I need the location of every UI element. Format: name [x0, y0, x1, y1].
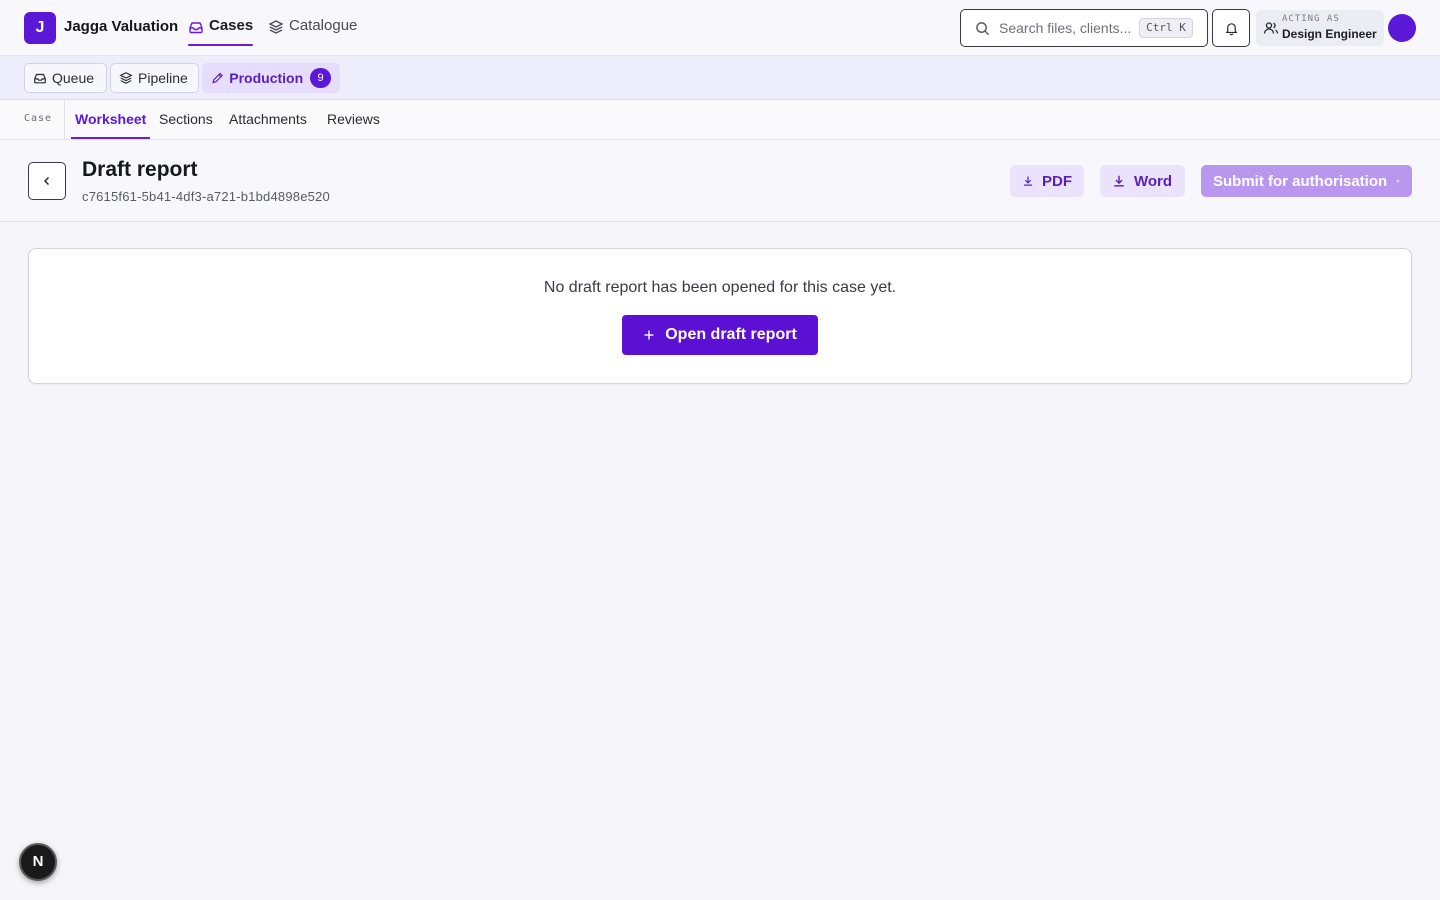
users-icon — [1263, 22, 1279, 34]
avatar[interactable] — [1388, 14, 1416, 42]
divider — [64, 100, 65, 140]
notifications-button[interactable] — [1212, 9, 1250, 47]
button-label: PDF — [1042, 172, 1072, 190]
subnav-label: Pipeline — [138, 70, 188, 86]
acting-as-switcher[interactable]: ACTING AS Design Engineer — [1256, 10, 1384, 46]
count-badge: 9 — [310, 68, 331, 88]
inbox-icon — [189, 22, 203, 34]
page-header: Draft report c7615f61-5b41-4df3-a721-b1b… — [0, 140, 1440, 222]
nav-item-cases[interactable]: Cases — [188, 17, 254, 47]
search-input[interactable]: Search files, clients... — [999, 20, 1131, 36]
back-button[interactable] — [28, 162, 66, 200]
plus-icon — [644, 330, 654, 340]
layers-icon — [268, 20, 284, 34]
shortcut-hint: Ctrl K — [1139, 18, 1193, 38]
case-id: c7615f61-5b41-4df3-a721-b1bd4898e520 — [82, 189, 330, 204]
button-label: Word — [1134, 172, 1173, 190]
subnav-production[interactable]: Production 9 — [202, 63, 340, 93]
section-nav: Queue Pipeline Production 9 — [0, 56, 1440, 100]
tab-worksheet[interactable]: Worksheet — [70, 111, 151, 139]
download-icon — [1114, 175, 1124, 187]
dev-tools-button[interactable]: N — [19, 843, 57, 881]
tab-section-label: Case — [24, 113, 53, 124]
app-logo[interactable]: J — [24, 12, 56, 44]
open-draft-report-button[interactable]: Open draft report — [622, 315, 818, 355]
download-pdf-button[interactable]: PDF — [1010, 165, 1084, 197]
chevron-left-icon — [43, 176, 50, 186]
submit-for-authorisation-button[interactable]: Submit for authorisation — [1201, 165, 1412, 197]
bell-icon — [1225, 22, 1237, 35]
pencil-icon — [212, 72, 224, 84]
tab-attachments[interactable]: Attachments — [229, 111, 307, 127]
page-title: Draft report — [82, 158, 198, 181]
layers-icon — [119, 72, 133, 84]
case-tabs: Case Worksheet Sections Attachments Revi… — [0, 100, 1440, 140]
button-label: Open draft report — [665, 326, 797, 343]
subnav-label: Queue — [52, 70, 95, 86]
subnav-pipeline[interactable]: Pipeline — [110, 63, 199, 93]
button-label: Submit for authorisation — [1213, 172, 1388, 190]
subnav-queue[interactable]: Queue — [24, 63, 107, 93]
nav-item-label: Cases — [209, 17, 254, 34]
tab-sections[interactable]: Sections — [159, 111, 213, 127]
empty-state-card: No draft report has been opened for this… — [28, 248, 1412, 384]
app-name[interactable]: Jagga Valuation — [64, 18, 178, 35]
empty-state-message: No draft report has been opened for this… — [543, 279, 897, 296]
nav-item-catalogue[interactable]: Catalogue — [268, 17, 357, 47]
search-icon — [976, 22, 990, 36]
acting-as-label: ACTING AS — [1282, 14, 1340, 24]
search-box[interactable]: Search files, clients... Ctrl K — [960, 9, 1208, 47]
download-word-button[interactable]: Word — [1100, 165, 1185, 197]
arrow-right-icon — [1395, 179, 1400, 183]
inbox-icon — [34, 73, 46, 84]
nav-item-label: Catalogue — [289, 17, 358, 34]
top-bar: J Jagga Valuation Cases Catalogue Search… — [0, 0, 1440, 56]
subnav-label: Production — [229, 70, 304, 86]
download-icon — [1023, 176, 1033, 186]
tab-reviews[interactable]: Reviews — [327, 111, 380, 127]
acting-as-name: Design Engineer — [1282, 27, 1377, 41]
